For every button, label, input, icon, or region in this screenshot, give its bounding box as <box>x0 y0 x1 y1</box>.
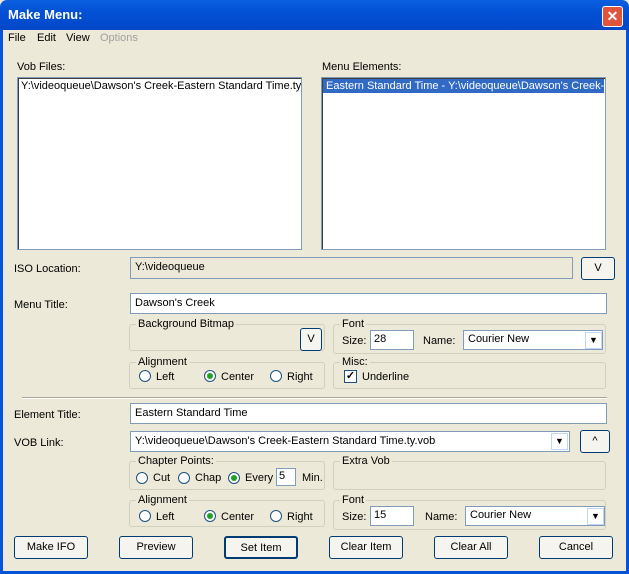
chapter-every-radio[interactable] <box>228 472 240 484</box>
element-title-input[interactable]: Eastern Standard Time <box>130 403 607 424</box>
list-item[interactable]: Eastern Standard Time - Y:\videoqueue\Da… <box>323 79 604 93</box>
align-right-radio-1[interactable] <box>270 370 282 382</box>
background-bitmap-legend: Background Bitmap <box>136 318 236 330</box>
menu-bar: File Edit View Options <box>3 30 626 48</box>
font-name-value-1: Courier New <box>468 333 530 345</box>
preview-button[interactable]: Preview <box>119 536 193 559</box>
misc-legend: Misc: <box>340 356 370 368</box>
vob-link-value: Y:\videoqueue\Dawson's Creek-Eastern Sta… <box>135 435 436 447</box>
align-right-radio-2[interactable] <box>270 510 282 522</box>
menu-title-label: Menu Title: <box>14 299 68 311</box>
align-left-label-1: Left <box>156 371 175 383</box>
vob-files-list[interactable]: Y:\videoqueue\Dawson's Creek-Eastern Sta… <box>17 77 302 250</box>
align-left-radio-2[interactable] <box>139 510 151 522</box>
vob-link-up-button[interactable]: ^ <box>580 430 610 453</box>
extra-vob-legend: Extra Vob <box>340 455 392 467</box>
background-bitmap-group: Background Bitmap <box>129 318 325 351</box>
font-legend-1: Font <box>340 318 367 330</box>
window-frame-left <box>0 30 3 574</box>
title-bar <box>0 0 629 30</box>
background-bitmap-button[interactable]: V <box>300 328 322 351</box>
chapter-every-input[interactable]: 5 <box>276 468 296 486</box>
vob-link-select[interactable]: Y:\videoqueue\Dawson's Creek-Eastern Sta… <box>130 431 570 452</box>
align-center-radio-2[interactable] <box>204 510 216 522</box>
chapter-chap-radio[interactable] <box>178 472 190 484</box>
menu-file[interactable]: File <box>8 32 26 44</box>
chapter-points-legend: Chapter Points: <box>136 455 216 467</box>
clear-item-button[interactable]: Clear Item <box>329 536 403 559</box>
alignment-legend-2: Alignment <box>136 494 189 506</box>
font-name-select-1[interactable]: Courier New <box>463 330 603 350</box>
chapter-chap-label: Chap <box>195 472 222 484</box>
cancel-button[interactable]: Cancel <box>539 536 613 559</box>
menu-view[interactable]: View <box>66 32 90 44</box>
chapter-min-label: Min. <box>302 472 323 484</box>
chapter-cut-label: Cut <box>153 472 171 484</box>
align-left-label-2: Left <box>156 511 175 523</box>
vob-link-label: VOB Link: <box>14 437 64 449</box>
menu-elements-list[interactable]: Eastern Standard Time - Y:\videoqueue\Da… <box>321 77 606 250</box>
align-center-label-1: Center <box>221 371 255 383</box>
clear-all-button[interactable]: Clear All <box>434 536 508 559</box>
font-name-label-1: Name: <box>423 335 456 347</box>
chapter-cut-radio[interactable] <box>136 472 148 484</box>
chapter-every-label: Every <box>245 472 274 484</box>
underline-label: Underline <box>362 371 410 383</box>
set-item-button[interactable]: Set Item <box>224 536 298 559</box>
element-title-label: Element Title: <box>14 409 81 421</box>
align-center-label-2: Center <box>221 511 255 523</box>
window-title: Make Menu: <box>8 7 83 22</box>
chevron-down-icon[interactable]: ▼ <box>587 508 604 525</box>
menu-options: Options <box>100 32 138 44</box>
menu-elements-label: Menu Elements: <box>322 61 402 73</box>
extra-vob-group: Extra Vob <box>333 455 606 490</box>
close-button[interactable]: ✕ <box>602 6 623 27</box>
make-ifo-button[interactable]: Make IFO <box>14 536 88 559</box>
underline-checkbox[interactable]: ✓ <box>344 370 357 383</box>
chevron-down-icon[interactable]: ▼ <box>551 433 568 450</box>
list-item[interactable]: Y:\videoqueue\Dawson's Creek-Eastern Sta… <box>18 78 301 94</box>
alignment-legend-1: Alignment <box>136 356 189 368</box>
font-name-label-2: Name: <box>425 511 458 523</box>
align-right-label-1: Right <box>287 371 313 383</box>
align-left-radio-1[interactable] <box>139 370 151 382</box>
font-legend-2: Font <box>340 494 367 506</box>
align-right-label-2: Right <box>287 511 313 523</box>
iso-location-field[interactable]: Y:\videoqueue <box>130 257 573 279</box>
align-center-radio-1[interactable] <box>204 370 216 382</box>
chevron-down-icon[interactable]: ▼ <box>585 332 602 349</box>
iso-browse-button[interactable]: V <box>581 257 615 280</box>
iso-location-label: ISO Location: <box>14 263 81 275</box>
vob-files-label: Vob Files: <box>17 61 66 73</box>
font-size-input-1[interactable]: 28 <box>370 330 414 350</box>
menu-title-input[interactable]: Dawson's Creek <box>130 293 607 314</box>
font-size-label-1: Size: <box>342 335 367 347</box>
menu-edit[interactable]: Edit <box>37 32 56 44</box>
font-size-input-2[interactable]: 15 <box>370 506 414 526</box>
font-size-label-2: Size: <box>342 511 367 523</box>
font-name-select-2[interactable]: Courier New <box>465 506 605 526</box>
separator <box>22 397 607 399</box>
font-name-value-2: Courier New <box>470 509 532 521</box>
